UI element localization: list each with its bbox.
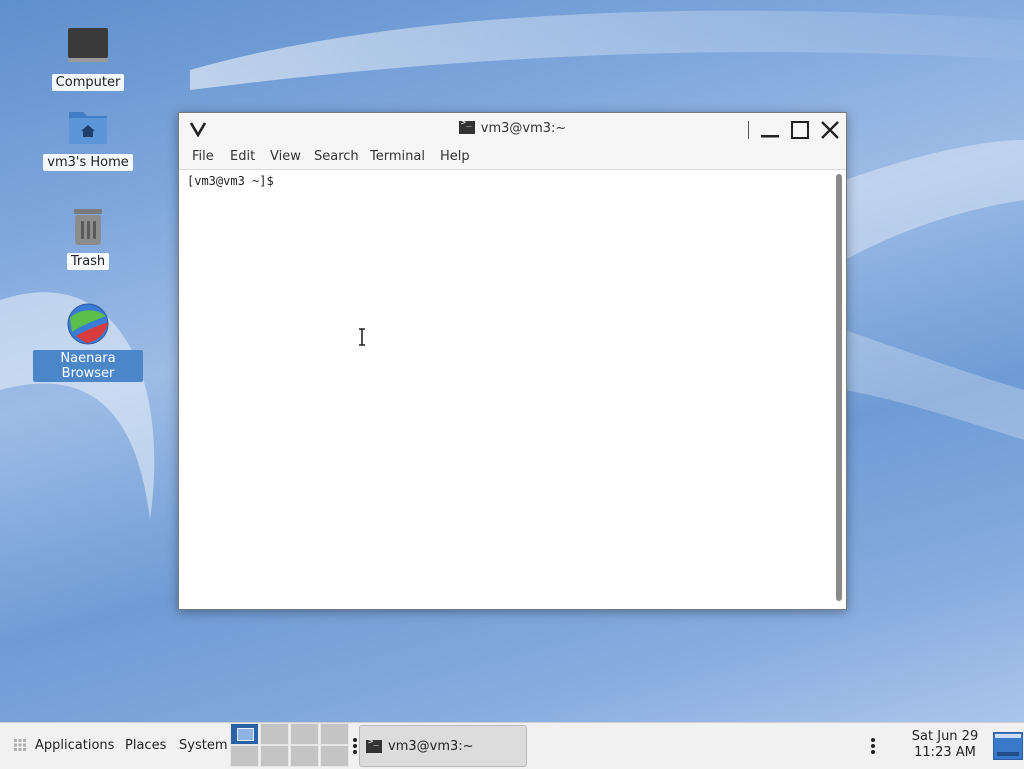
menubar: File Edit View Search Terminal Help <box>179 145 846 170</box>
show-desktop-button[interactable] <box>993 732 1023 760</box>
home-folder-icon <box>66 106 110 150</box>
places-menu[interactable]: Places <box>125 738 166 753</box>
workspace-2[interactable] <box>260 723 289 745</box>
close-button[interactable] <box>819 119 841 141</box>
terminal-icon <box>366 737 382 753</box>
computer-icon <box>66 26 110 70</box>
desktop-icon-computer[interactable]: Computer <box>33 26 143 91</box>
browser-globe-icon <box>66 302 110 346</box>
taskbar-window-terminal[interactable]: vm3@vm3:~ <box>359 725 527 767</box>
menu-search[interactable]: Search <box>314 149 359 164</box>
menu-help[interactable]: Help <box>440 149 470 164</box>
close-icon <box>821 121 839 139</box>
scrollbar-thumb[interactable] <box>836 174 842 601</box>
show-desktop-icon <box>995 734 1021 756</box>
workspace-7[interactable] <box>290 745 319 767</box>
window-title: vm3@vm3:~ <box>179 118 846 136</box>
desktop-icon-trash[interactable]: Trash <box>33 205 143 270</box>
system-menu[interactable]: System <box>179 738 227 753</box>
minimize-button[interactable] <box>759 119 781 141</box>
terminal-icon <box>458 118 475 134</box>
applications-menu[interactable]: Applications <box>35 738 114 753</box>
workspace-8[interactable] <box>320 745 349 767</box>
maximize-icon <box>791 121 809 139</box>
clock[interactable]: Sat Jun 29 11:23 AM <box>905 729 985 761</box>
desktop-icon-label: Computer <box>51 74 125 91</box>
workspace-4[interactable] <box>320 723 349 745</box>
more-dots-icon[interactable] <box>352 737 358 755</box>
apps-grid-icon <box>14 739 26 751</box>
menu-file[interactable]: File <box>192 149 214 164</box>
taskbar: Applications Places System vm3@vm3:~ Sat… <box>0 722 1024 769</box>
clock-date: Sat Jun 29 <box>911 729 979 744</box>
shell-prompt: [vm3@vm3 ~]$ <box>187 174 274 188</box>
window-titlebar[interactable]: vm3@vm3:~ <box>179 113 846 145</box>
taskbar-window-label: vm3@vm3:~ <box>388 739 474 754</box>
desktop-icon-label: Trash <box>66 253 110 270</box>
scrollbar[interactable] <box>834 171 844 603</box>
terminal-window[interactable]: vm3@vm3:~ File Edit View Search Terminal… <box>178 112 847 610</box>
menu-terminal[interactable]: Terminal <box>370 149 425 164</box>
desktop-icon-home[interactable]: vm3's Home <box>33 106 143 171</box>
workspace-5[interactable] <box>230 745 259 767</box>
desktop-icon-naenara-browser[interactable]: Naenara Browser <box>33 302 143 382</box>
menu-view[interactable]: View <box>270 149 301 164</box>
workspace-3[interactable] <box>290 723 319 745</box>
clock-time: 11:23 AM <box>914 745 976 760</box>
menu-edit[interactable]: Edit <box>230 149 255 164</box>
titlebar-divider <box>748 121 749 139</box>
minimize-icon <box>761 135 779 138</box>
trash-icon <box>66 205 110 249</box>
maximize-button[interactable] <box>789 119 811 141</box>
window-title-text: vm3@vm3:~ <box>480 121 567 136</box>
workspace-1[interactable] <box>230 723 259 745</box>
text-cursor-icon <box>359 328 365 346</box>
workspace-6[interactable] <box>260 745 289 767</box>
desktop-icon-label: Naenara Browser <box>33 350 143 382</box>
desktop-icon-label: vm3's Home <box>43 154 133 171</box>
terminal-output[interactable]: [vm3@vm3 ~]$ <box>179 170 830 609</box>
overflow-menu-icon[interactable] <box>870 737 876 755</box>
